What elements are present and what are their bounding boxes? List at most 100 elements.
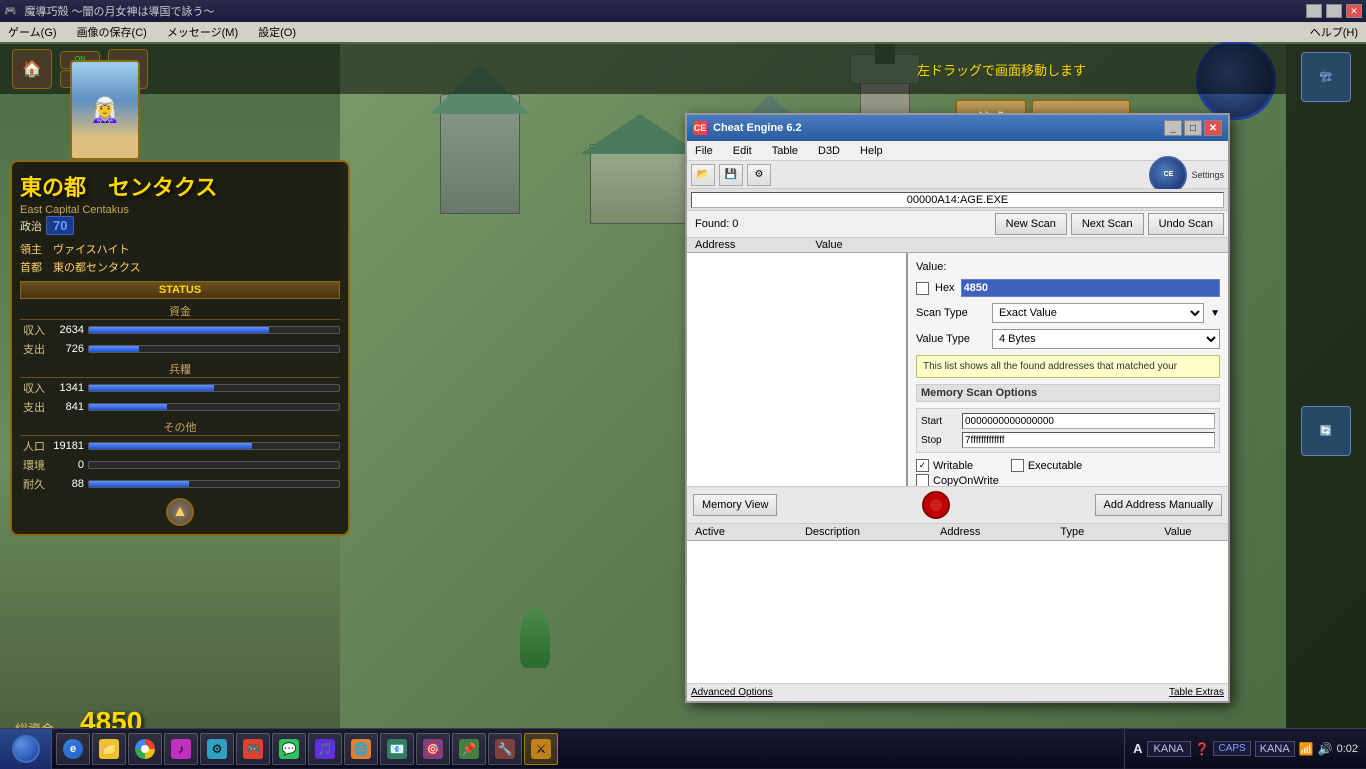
- taskbar-time: 0:02: [1337, 743, 1358, 755]
- ce-save-btn[interactable]: 💾: [719, 164, 743, 186]
- ce-menu-file[interactable]: File: [691, 143, 717, 159]
- folder-icon: 📁: [99, 739, 119, 759]
- city-subtitle: East Capital Centakus: [20, 204, 340, 216]
- menu-message[interactable]: メッセージ(M): [163, 24, 242, 40]
- ce-status-bar: Advanced Options Table Extras: [687, 683, 1228, 701]
- ce-add-address-btn[interactable]: Add Address Manually: [1095, 494, 1222, 516]
- home-icon-btn[interactable]: 🏠: [12, 49, 52, 89]
- right-side-panel: 🏗 🔄: [1286, 44, 1366, 768]
- ce-next-scan-btn[interactable]: Next Scan: [1071, 213, 1144, 235]
- taskbar-app5[interactable]: ⚙: [200, 733, 234, 765]
- taskbar-app9[interactable]: 🌐: [344, 733, 378, 765]
- ce-stop-label: Stop: [921, 435, 956, 446]
- ce-right-checkboxes: Executable: [1011, 459, 1082, 486]
- taskbar-app10[interactable]: 📧: [380, 733, 414, 765]
- scroll-up-btn[interactable]: ▲: [166, 498, 194, 526]
- game-menu-bar: ゲーム(G) 画像の保存(C) メッセージ(M) 設定(O) ヘルプ(H): [0, 22, 1366, 42]
- ce-stop-input[interactable]: [962, 432, 1215, 448]
- menu-settings[interactable]: 設定(O): [254, 24, 300, 40]
- taskbar-app6[interactable]: 🎮: [236, 733, 270, 765]
- app10-icon: 📧: [387, 739, 407, 759]
- taskbar-app12[interactable]: 📌: [452, 733, 486, 765]
- politics-row: 政治 70: [20, 216, 340, 235]
- taskbar-app8[interactable]: 🎵: [308, 733, 342, 765]
- ce-maximize-btn[interactable]: □: [1184, 120, 1202, 136]
- ce-undo-scan-btn[interactable]: Undo Scan: [1148, 213, 1224, 235]
- taskbar-game-active[interactable]: ⚔: [524, 733, 558, 765]
- ce-value-input[interactable]: [961, 279, 1220, 297]
- ce-minimize-btn[interactable]: _: [1164, 120, 1182, 136]
- taskbar-app11[interactable]: 🎯: [416, 733, 450, 765]
- ce-hex-checkbox[interactable]: [916, 282, 929, 295]
- ce-process-input[interactable]: [691, 192, 1224, 208]
- game-close-btn[interactable]: ✕: [1346, 4, 1362, 18]
- ce-hex-value-row: Hex: [916, 279, 1220, 297]
- app5-icon: ⚙: [207, 739, 227, 759]
- ce-scan-buttons: New Scan Next Scan Undo Scan: [991, 211, 1228, 237]
- caps-indicator: CAPS: [1213, 741, 1250, 756]
- ce-scantype-arrow: ▼: [1210, 308, 1220, 319]
- menu-help[interactable]: ヘルプ(H): [1306, 24, 1362, 40]
- ce-stop-btn[interactable]: [922, 491, 950, 519]
- start-button[interactable]: [0, 729, 52, 769]
- menu-game[interactable]: ゲーム(G): [4, 24, 61, 40]
- app11-icon: 🎯: [423, 739, 443, 759]
- ce-copyonwrite-checkbox[interactable]: [916, 474, 929, 486]
- ce-column-headers: Address Value: [687, 238, 1228, 253]
- taskbar-app4[interactable]: ♪: [164, 733, 198, 765]
- ce-th-value: Value: [1164, 526, 1191, 538]
- taskbar-app7[interactable]: 💬: [272, 733, 306, 765]
- ce-valuetype-select[interactable]: 4 Bytes 1 Byte 2 Bytes 8 Bytes Float Dou…: [992, 329, 1220, 349]
- ce-executable-checkbox[interactable]: [1011, 459, 1024, 472]
- ce-menu-d3d[interactable]: D3D: [814, 143, 844, 159]
- ce-table-header: Active Description Address Type Value: [687, 524, 1228, 541]
- taskbar-explorer[interactable]: 📁: [92, 733, 126, 765]
- ce-close-btn[interactable]: ✕: [1204, 120, 1222, 136]
- ce-start-input[interactable]: [962, 413, 1215, 429]
- ce-copyonwrite-row: CopyOnWrite: [916, 474, 999, 486]
- ce-menu-table[interactable]: Table: [768, 143, 802, 159]
- ce-copyonwrite-label: CopyOnWrite: [933, 475, 999, 487]
- ce-scantype-select[interactable]: Exact Value Bigger than... Smaller than.…: [992, 303, 1204, 323]
- ce-split-panel: Value: Hex Scan Type Exact Value Bigger …: [687, 253, 1228, 486]
- game-top-nav: 🏠 ON OFF ✋ 左ドラッグで画面移動します 編成 システム: [0, 44, 1286, 94]
- ce-memory-view-btn[interactable]: Memory View: [693, 494, 777, 516]
- capital-row: 首都 東の都センタクス: [20, 259, 340, 275]
- ce-open-btn[interactable]: 📂: [691, 164, 715, 186]
- ce-scantype-label: Scan Type: [916, 307, 986, 319]
- ce-settings-label: Settings: [1191, 170, 1224, 180]
- ce-settings-icon-btn[interactable]: ⚙: [747, 164, 771, 186]
- ce-status-left[interactable]: Advanced Options: [691, 687, 773, 698]
- menu-image[interactable]: 画像の保存(C): [73, 24, 151, 40]
- right-icon-1[interactable]: 🏗: [1301, 52, 1351, 102]
- ce-stop-icon: [930, 499, 942, 511]
- ce-menu-edit[interactable]: Edit: [729, 143, 756, 159]
- ce-bottom-table: Active Description Address Type Value: [687, 523, 1228, 683]
- ce-th-address: Address: [940, 526, 980, 538]
- ce-menu-help[interactable]: Help: [856, 143, 887, 159]
- durability-row: 耐久 88: [20, 476, 340, 492]
- right-icon-2[interactable]: 🔄: [1301, 406, 1351, 456]
- ce-title-text: Cheat Engine 6.2: [713, 122, 1164, 134]
- volume-icon: 🔊: [1318, 742, 1333, 756]
- ce-logo-icon: CE: [693, 121, 707, 135]
- troops-income-row: 収入 1341: [20, 380, 340, 396]
- ce-status-right[interactable]: Table Extras: [1169, 687, 1224, 698]
- ce-memrange: Start Stop: [916, 408, 1220, 453]
- politics-label: 政治: [20, 218, 42, 234]
- ce-writable-checkbox[interactable]: [916, 459, 929, 472]
- taskbar-ie[interactable]: e: [56, 733, 90, 765]
- taskbar-app13[interactable]: 🔧: [488, 733, 522, 765]
- network-icon: 📶: [1299, 742, 1314, 756]
- ce-stop-row: Stop: [921, 432, 1215, 448]
- ce-new-scan-btn[interactable]: New Scan: [995, 213, 1067, 235]
- game-minimize-btn[interactable]: _: [1306, 4, 1322, 18]
- game-maximize-btn[interactable]: □: [1326, 4, 1342, 18]
- ce-executable-row: Executable: [1011, 459, 1082, 472]
- app9-icon: 🌐: [351, 739, 371, 759]
- ce-executable-label: Executable: [1028, 460, 1082, 472]
- app7-icon: 💬: [279, 739, 299, 759]
- ce-options-checkboxes: Writable CopyOnWrite Executable: [916, 459, 1220, 486]
- ce-th-active: Active: [695, 526, 725, 538]
- taskbar-chrome[interactable]: [128, 733, 162, 765]
